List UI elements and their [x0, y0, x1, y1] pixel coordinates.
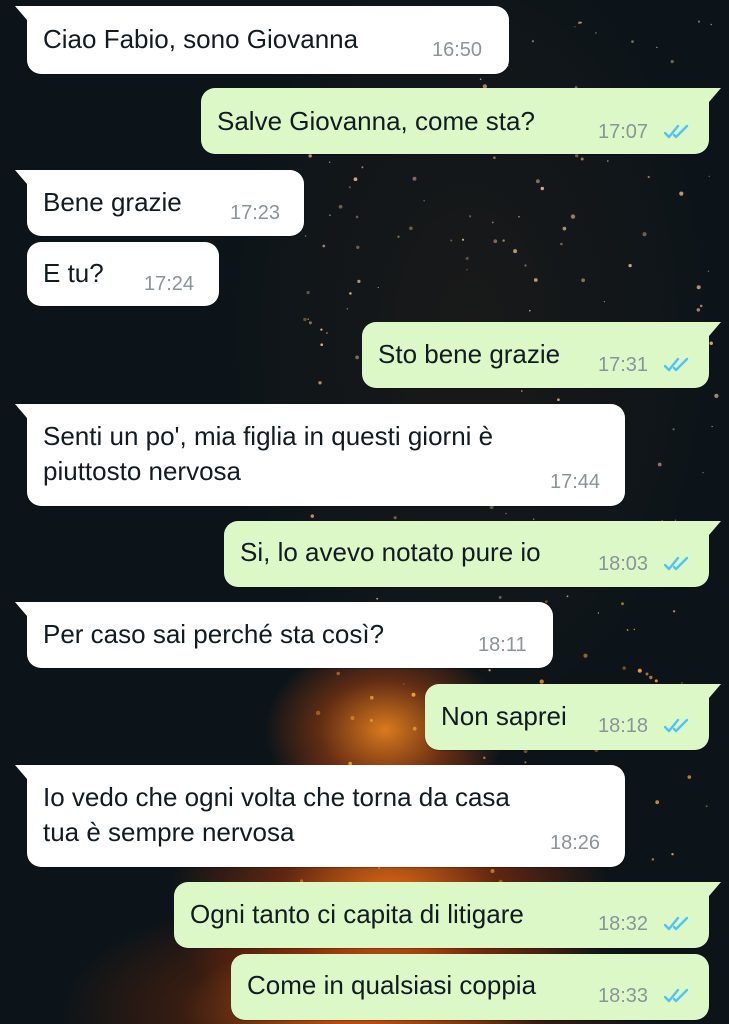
- message-bubble-incoming[interactable]: Per caso sai perché sta così? 18:11: [15, 602, 553, 668]
- message-bubble-incoming[interactable]: Io vedo che ogni volta che torna da casa…: [15, 765, 625, 867]
- read-double-check-icon: [664, 718, 689, 733]
- read-double-check-icon: [664, 556, 689, 571]
- message-bubble-incoming[interactable]: Ciao Fabio, sono Giovanna 16:50: [15, 6, 509, 74]
- message-text: Per caso sai perché sta così?: [43, 619, 385, 649]
- message-time: 18:18: [598, 715, 649, 737]
- message-text: E tu?: [43, 258, 104, 288]
- message-bubble-outgoing[interactable]: Si, lo avevo notato pure io 18:03: [224, 521, 721, 587]
- message-time: 18:32: [598, 913, 649, 935]
- message-time: 17:31: [598, 354, 649, 376]
- read-double-check-icon: [664, 357, 689, 372]
- message-time: 18:11: [478, 634, 527, 656]
- message-time: 17:23: [230, 202, 281, 224]
- message-text: Come in qualsiasi coppia: [247, 970, 537, 1000]
- bubble-tail: [15, 6, 27, 20]
- read-double-check-icon: [664, 916, 689, 931]
- bubble-tail: [15, 170, 27, 184]
- message-time: 18:03: [598, 553, 649, 575]
- message-text: Non saprei: [441, 701, 567, 731]
- message-bubble-outgoing[interactable]: Come in qualsiasi coppia 18:33: [231, 954, 709, 1020]
- message-bubble-incoming[interactable]: E tu? 17:24: [27, 242, 219, 306]
- message-time: 17:44: [550, 471, 601, 493]
- message-text: Senti un po', mia figlia in questi giorn…: [43, 421, 494, 451]
- message-time: 18:26: [550, 832, 601, 854]
- read-double-check-icon: [664, 988, 689, 1003]
- message-text: Sto bene grazie: [378, 339, 561, 369]
- message-text: Bene grazie: [43, 187, 182, 217]
- message-time: 17:07: [598, 121, 649, 143]
- message-text: Salve Giovanna, come sta?: [217, 106, 535, 136]
- message-bubble-outgoing[interactable]: Non saprei 18:18: [425, 684, 721, 750]
- message-time: 16:50: [432, 39, 483, 61]
- bubble-tail: [709, 882, 721, 896]
- message-time: 17:24: [144, 273, 195, 295]
- message-bubble-outgoing[interactable]: Salve Giovanna, come sta? 17:07: [201, 88, 721, 154]
- bubble-tail: [15, 602, 27, 616]
- message-bubble-outgoing[interactable]: Ogni tanto ci capita di litigare 18:32: [174, 882, 721, 948]
- message-bubble-outgoing[interactable]: Sto bene grazie 17:31: [362, 322, 721, 388]
- bubble-tail: [709, 684, 721, 698]
- bubble-tail: [709, 322, 721, 336]
- message-text: tua è sempre nervosa: [43, 817, 295, 847]
- message-text: Io vedo che ogni volta che torna da casa: [43, 782, 510, 812]
- bubble-tail: [709, 88, 721, 102]
- message-text: Si, lo avevo notato pure io: [240, 537, 541, 567]
- message-bubble-incoming[interactable]: Senti un po', mia figlia in questi giorn…: [15, 404, 625, 506]
- message-bubble-incoming[interactable]: Bene grazie 17:23: [15, 170, 304, 236]
- message-text: piuttosto nervosa: [43, 456, 242, 486]
- bubble-tail: [15, 404, 27, 418]
- message-text: Ciao Fabio, sono Giovanna: [43, 24, 359, 54]
- message-text: Ogni tanto ci capita di litigare: [190, 899, 524, 929]
- bubble-tail: [15, 765, 27, 779]
- bubble-tail: [709, 521, 721, 535]
- read-double-check-icon: [664, 124, 689, 139]
- message-time: 18:33: [598, 985, 649, 1007]
